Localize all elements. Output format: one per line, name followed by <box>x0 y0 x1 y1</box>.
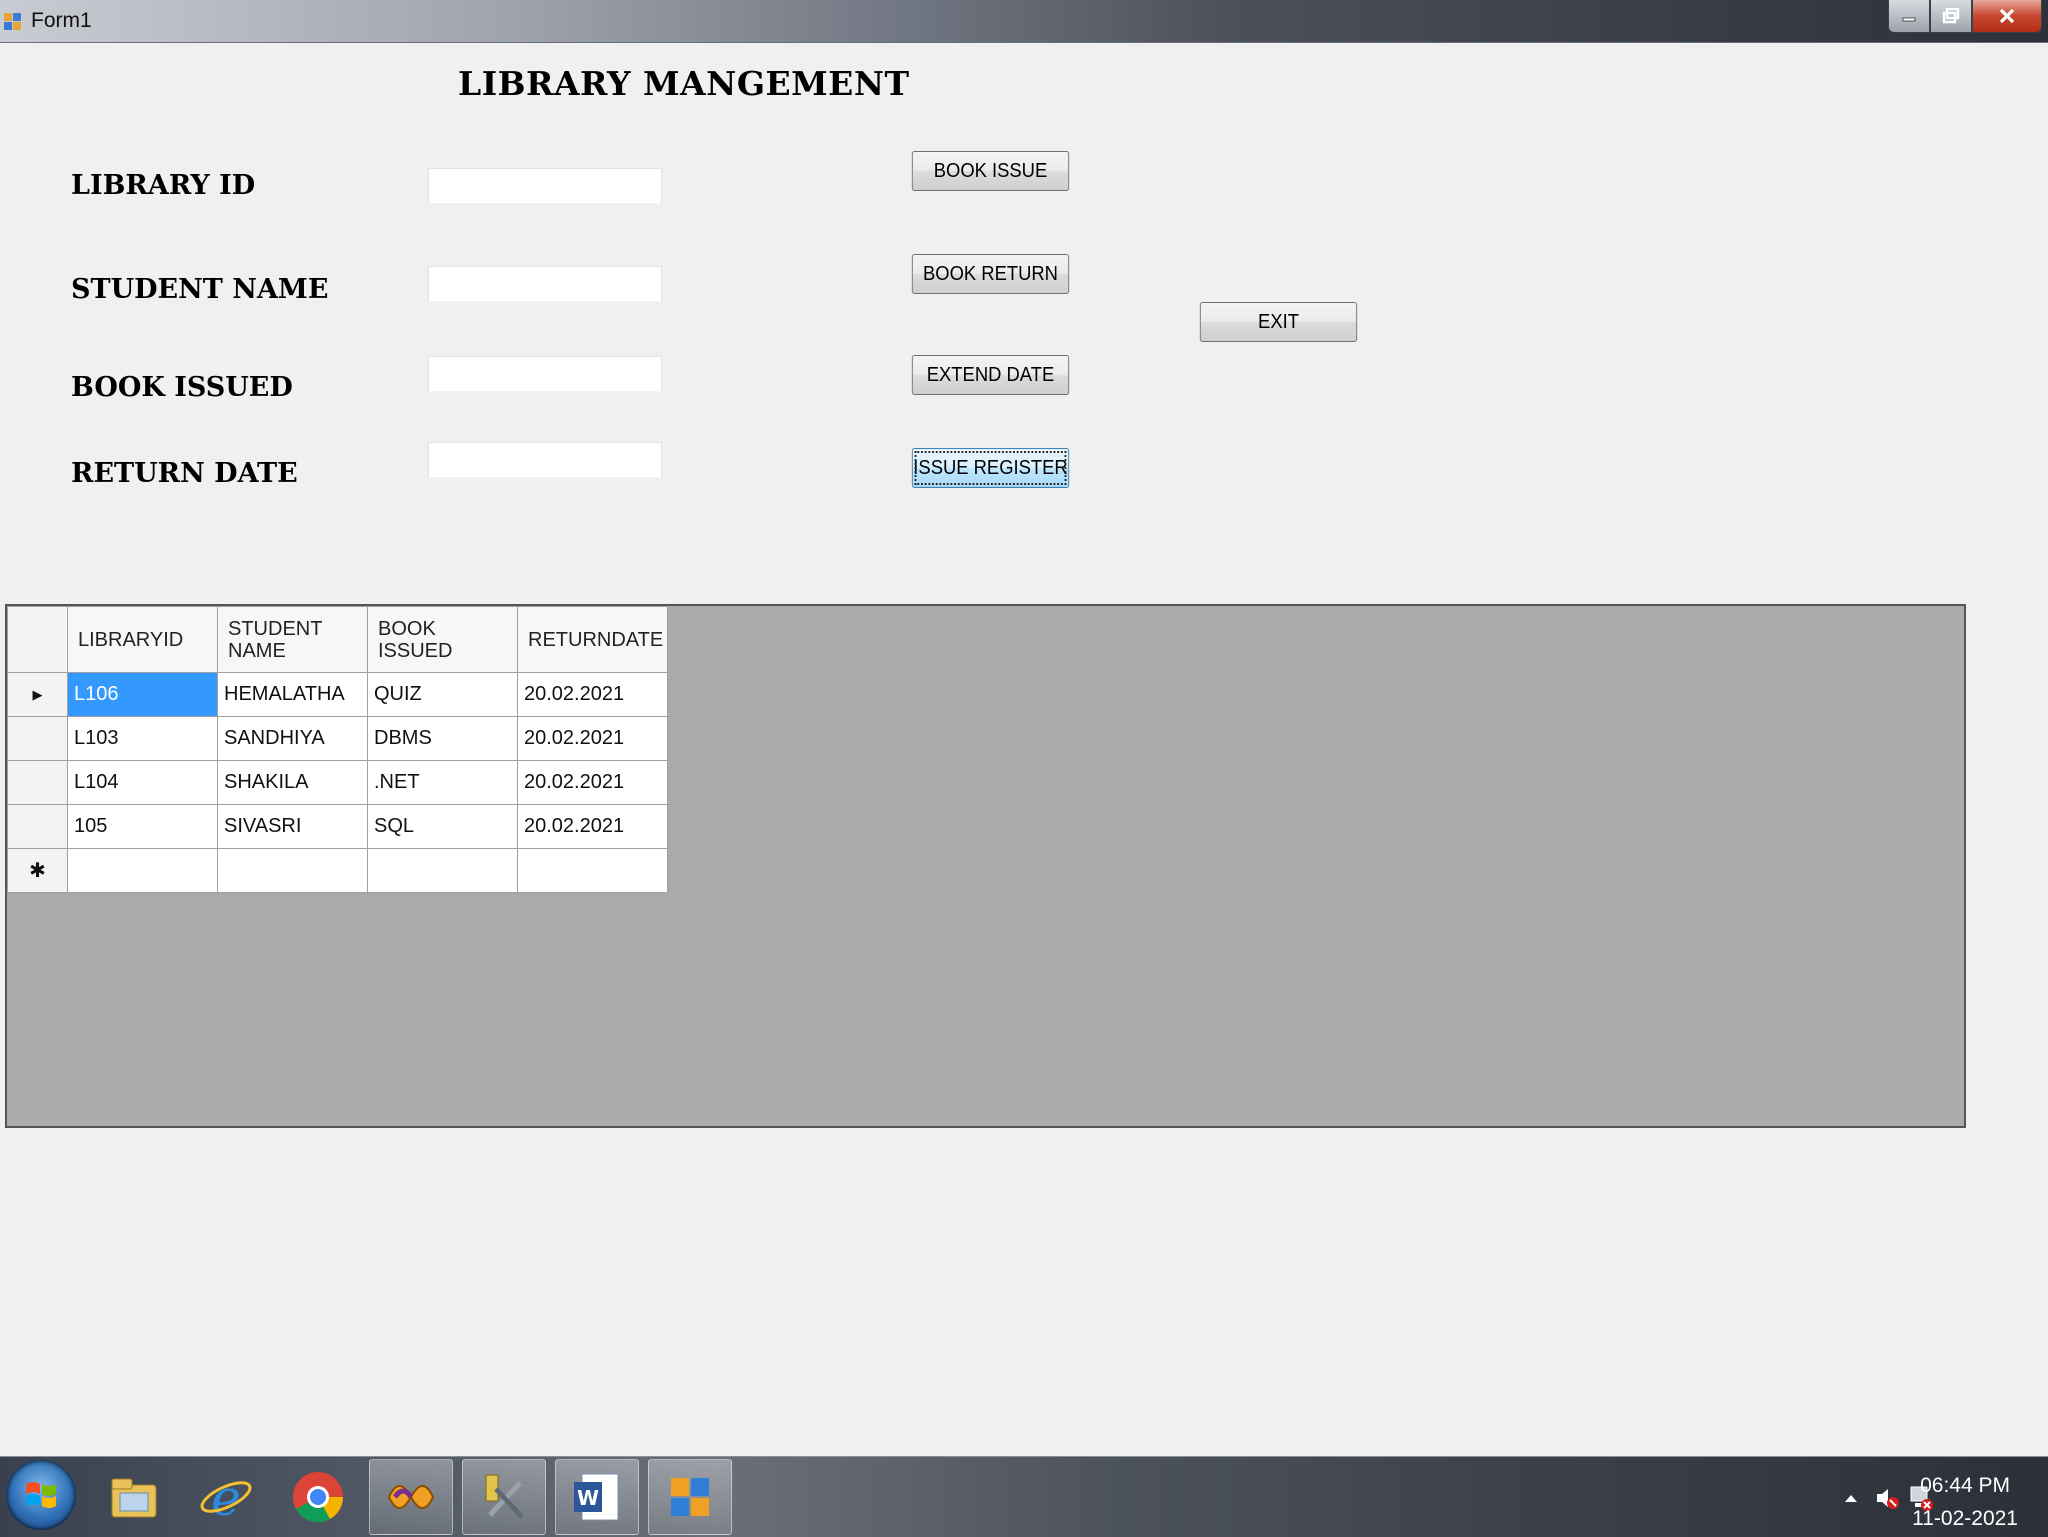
internet-explorer-icon: e <box>200 1469 252 1525</box>
column-header-label: RETURNDATE <box>528 628 664 651</box>
window-title-bar[interactable]: Form1 <box>0 0 2048 43</box>
tools-icon <box>485 1474 524 1519</box>
grid-cell[interactable]: DBMS <box>367 716 518 761</box>
book-issue-button[interactable]: BOOK ISSUE <box>911 151 1070 191</box>
grid-cell[interactable]: L104 <box>67 760 218 805</box>
exit-button[interactable]: EXIT <box>1199 302 1358 342</box>
chrome-icon <box>293 1472 344 1523</box>
taskbar-internet-explorer[interactable]: e <box>184 1459 268 1535</box>
page-title: LIBRARY MANGEMENT <box>458 64 910 103</box>
restore-icon <box>1942 8 1960 24</box>
taskbar-visual-studio[interactable] <box>369 1459 453 1535</box>
grid-cell[interactable]: L106 <box>67 672 218 717</box>
taskbar-word[interactable]: W <box>555 1459 639 1535</box>
column-header-student-name[interactable]: STUDENT NAME <box>217 606 368 673</box>
taskbar-chrome[interactable] <box>276 1459 360 1535</box>
student-name-input[interactable] <box>428 266 662 302</box>
taskbar-explorer[interactable] <box>92 1459 176 1535</box>
taskbar-clock[interactable]: 06:44 PM 11-02-2021 <box>1912 1469 2018 1535</box>
maximize-button[interactable] <box>1930 0 1972 33</box>
volume-muted-icon[interactable] <box>1874 1485 1900 1511</box>
grid-cell[interactable]: L103 <box>67 716 218 761</box>
grid-cell[interactable]: 105 <box>67 804 218 849</box>
table-row[interactable]: L103 SANDHIYA DBMS 20.02.2021 <box>7 716 668 761</box>
grid-cell[interactable]: SQL <box>367 804 518 849</box>
column-header-label: STUDENT NAME <box>228 617 323 662</box>
extend-date-button[interactable]: EXTEND DATE <box>911 355 1070 395</box>
grid-cell[interactable]: HEMALATHA <box>217 672 368 717</box>
grid-cell[interactable] <box>517 848 668 893</box>
svg-text:e: e <box>211 1469 241 1525</box>
grid-header-row: LIBRARYID STUDENT NAME BOOK ISSUED RETUR… <box>7 606 668 673</box>
current-row-indicator-icon[interactable]: ▶ <box>7 672 68 717</box>
grid-cell[interactable]: SHAKILA <box>217 760 368 805</box>
return-date-label: RETURN DATE <box>71 458 298 489</box>
taskbar-form-app[interactable] <box>648 1459 732 1535</box>
table-row[interactable]: L104 SHAKILA .NET 20.02.2021 <box>7 760 668 805</box>
grid-cell[interactable] <box>217 848 368 893</box>
minimize-icon <box>1902 17 1916 22</box>
row-header[interactable] <box>7 804 68 849</box>
new-row-asterisk-icon[interactable]: ✱ <box>7 848 68 893</box>
grid-cell[interactable]: 20.02.2021 <box>517 716 668 761</box>
grid-corner-cell[interactable] <box>7 606 68 673</box>
book-issued-input[interactable] <box>428 356 662 392</box>
column-header-book-issued[interactable]: BOOK ISSUED <box>367 606 518 673</box>
windows-logo-icon <box>26 1482 56 1508</box>
grid-cell[interactable]: QUIZ <box>367 672 518 717</box>
return-date-input[interactable] <box>428 442 662 478</box>
issue-register-button[interactable]: ISSUE REGISTER <box>911 448 1070 488</box>
close-button[interactable] <box>1972 0 2042 33</box>
student-name-label: STUDENT NAME <box>71 274 329 305</box>
data-grid-table: LIBRARYID STUDENT NAME BOOK ISSUED RETUR… <box>7 606 668 893</box>
visual-studio-icon <box>387 1485 435 1509</box>
window-controls <box>1888 0 2042 34</box>
explorer-icon <box>111 1478 157 1518</box>
word-icon: W <box>574 1473 619 1521</box>
issue-register-grid[interactable]: LIBRARYID STUDENT NAME BOOK ISSUED RETUR… <box>5 604 1966 1128</box>
row-header[interactable] <box>7 716 68 761</box>
clock-time: 06:44 PM <box>1920 1474 2010 1497</box>
grid-cell[interactable] <box>67 848 218 893</box>
form-app-icon <box>4 13 21 30</box>
minimize-button[interactable] <box>1888 0 1930 33</box>
grid-cell[interactable]: SIVASRI <box>217 804 368 849</box>
window-title: Form1 <box>31 9 92 32</box>
taskbar: e W 06:44 PM 11-02-2021 <box>0 1456 2048 1537</box>
start-button[interactable] <box>6 1460 76 1530</box>
column-header-label: LIBRARYID <box>78 628 184 651</box>
column-header-returndate[interactable]: RETURNDATE <box>517 606 668 673</box>
row-header[interactable] <box>7 760 68 805</box>
form-app-icon <box>671 1478 709 1516</box>
clock-date: 11-02-2021 <box>1912 1507 2018 1530</box>
close-icon <box>1999 8 2015 24</box>
taskbar-tools[interactable] <box>462 1459 546 1535</box>
grid-cell[interactable] <box>367 848 518 893</box>
column-header-libraryid[interactable]: LIBRARYID <box>67 606 218 673</box>
grid-cell[interactable]: 20.02.2021 <box>517 672 668 717</box>
library-id-label: LIBRARY ID <box>71 170 256 201</box>
svg-text:W: W <box>577 1486 599 1510</box>
table-row[interactable]: ▶ L106 HEMALATHA QUIZ 20.02.2021 <box>7 672 668 717</box>
library-id-input[interactable] <box>428 168 662 204</box>
grid-cell[interactable]: .NET <box>367 760 518 805</box>
new-row[interactable]: ✱ <box>7 848 668 893</box>
show-hidden-icons-icon[interactable] <box>1844 1493 1858 1503</box>
column-header-label: BOOK ISSUED <box>378 617 453 662</box>
system-tray: 06:44 PM 11-02-2021 <box>1808 1457 2048 1537</box>
grid-cell[interactable]: 20.02.2021 <box>517 804 668 849</box>
grid-cell[interactable]: 20.02.2021 <box>517 760 668 805</box>
table-row[interactable]: 105 SIVASRI SQL 20.02.2021 <box>7 804 668 849</box>
book-issued-label: BOOK ISSUED <box>71 372 293 403</box>
book-return-button[interactable]: BOOK RETURN <box>911 254 1070 294</box>
grid-cell[interactable]: SANDHIYA <box>217 716 368 761</box>
